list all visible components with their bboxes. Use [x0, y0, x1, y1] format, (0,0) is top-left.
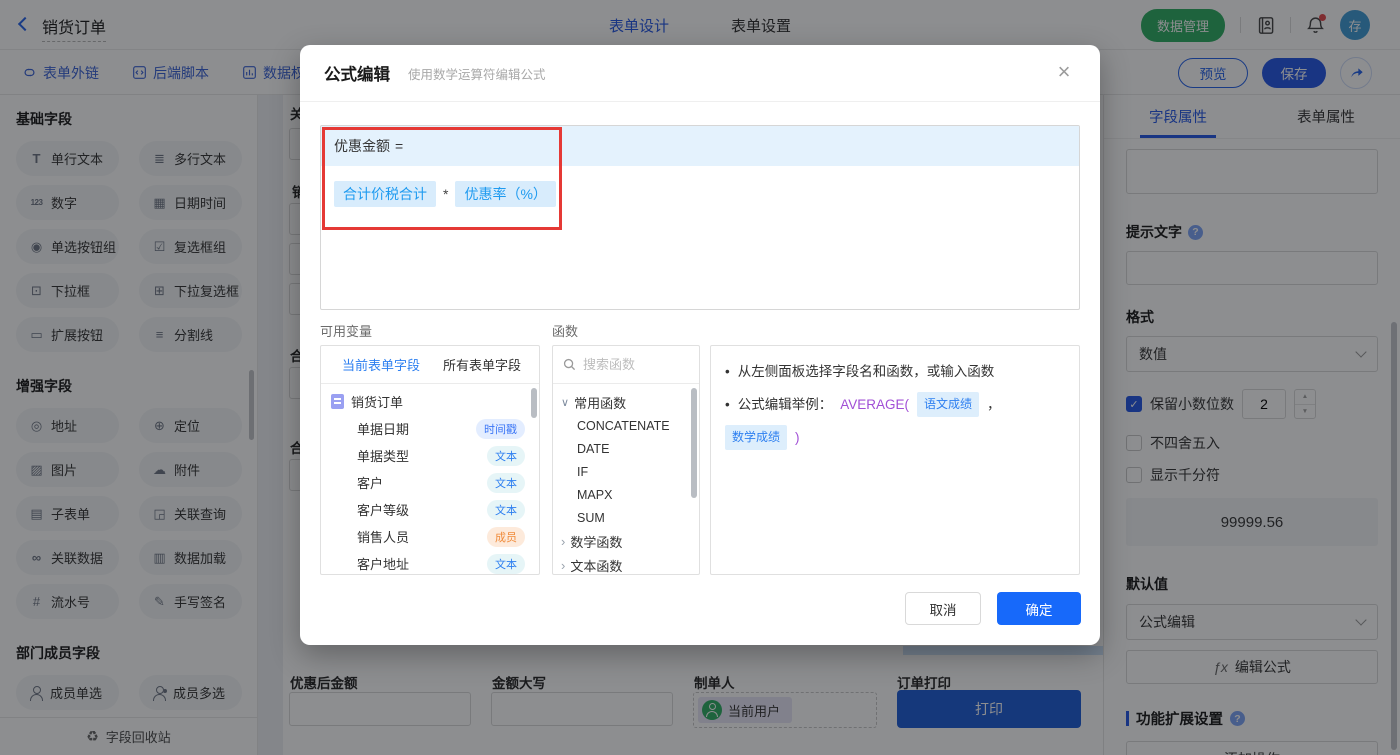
tip-line-2: 公式编辑举例： AVERAGE( 语文成绩 ， 数学成绩 ): [725, 392, 1065, 450]
tip-line-1: 从左侧面板选择字段名和函数，或输入函数: [725, 361, 1065, 382]
example-function-open: AVERAGE(: [840, 394, 909, 415]
modal-subtitle: 使用数学运算符编辑公式: [408, 64, 546, 83]
function-group-math[interactable]: 数学函数: [553, 529, 699, 553]
multiply-operator: *: [443, 186, 448, 202]
function-group-text[interactable]: 文本函数: [553, 553, 699, 575]
form-document-icon: [331, 394, 344, 409]
function-group-common[interactable]: 常用函数: [553, 390, 699, 414]
function-search-input[interactable]: [583, 357, 683, 372]
variables-tree: 销货订单 单据日期 时间戳 单据类型 文本 客户 文本 客户等级 文本: [321, 384, 539, 575]
formula-target-field: 优惠金额: [334, 136, 390, 156]
confirm-button[interactable]: 确定: [997, 592, 1081, 625]
formula-edit-modal: 公式编辑 使用数学运算符编辑公式 优惠金额 = 合计价税合计 * 优惠率（%） …: [300, 45, 1100, 645]
bullet-icon: [725, 361, 730, 382]
equals-sign: =: [395, 138, 403, 154]
functions-scrollbar[interactable]: [691, 388, 697, 498]
modal-header: 公式编辑 使用数学运算符编辑公式: [300, 45, 1100, 102]
formula-expression[interactable]: 合计价税合计 * 优惠率（%）: [321, 166, 1079, 222]
variables-scrollbar[interactable]: [531, 388, 537, 418]
modal-title: 公式编辑: [324, 61, 390, 85]
search-icon: [563, 358, 576, 371]
bullet-icon: [725, 394, 730, 415]
function-search[interactable]: [553, 346, 699, 384]
example-field-chip: 数学成绩: [725, 425, 787, 450]
example-field-chip: 语文成绩: [917, 392, 979, 417]
field-type-badge: 成员: [487, 527, 525, 547]
tab-current-form-fields[interactable]: 当前表单字段: [342, 355, 420, 374]
caret-down-icon: [561, 396, 569, 409]
tree-node-field[interactable]: 客户地址 文本: [321, 550, 539, 575]
tree-node-form[interactable]: 销货订单: [321, 388, 539, 415]
function-item[interactable]: MAPX: [553, 483, 699, 506]
tree-node-field[interactable]: 单据日期 时间戳: [321, 415, 539, 442]
function-item[interactable]: IF: [553, 460, 699, 483]
cancel-button[interactable]: 取消: [905, 592, 981, 625]
field-type-badge: 文本: [487, 446, 525, 466]
tree-node-field[interactable]: 单据类型 文本: [321, 442, 539, 469]
example-separator: ，: [987, 394, 1001, 415]
example-function-close: ): [795, 427, 800, 448]
functions-panel: 常用函数 CONCATENATE DATE IF MAPX SUM 数学函数 文…: [552, 345, 700, 575]
tree-node-field[interactable]: 客户等级 文本: [321, 496, 539, 523]
field-type-badge: 文本: [487, 473, 525, 493]
field-type-badge: 时间戳: [476, 419, 525, 439]
function-item[interactable]: CONCATENATE: [553, 414, 699, 437]
variables-panel: 当前表单字段 所有表单字段 销货订单 单据日期 时间戳 单据类型 文本 客户: [320, 345, 540, 575]
formula-target-row: 优惠金额 =: [321, 126, 1079, 166]
form-designer-screen: 销货订单 表单设计 表单设置 数据管理 存: [0, 0, 1400, 755]
tree-node-field[interactable]: 销售人员 成员: [321, 523, 539, 550]
function-item[interactable]: SUM: [553, 506, 699, 529]
close-icon[interactable]: [1050, 58, 1078, 86]
variables-tabs: 当前表单字段 所有表单字段: [321, 346, 539, 384]
caret-right-icon: [561, 534, 565, 549]
formula-field-chip[interactable]: 优惠率（%）: [455, 181, 555, 207]
function-item[interactable]: DATE: [553, 437, 699, 460]
functions-tree: 常用函数 CONCATENATE DATE IF MAPX SUM 数学函数 文…: [553, 384, 699, 575]
variables-label: 可用变量: [320, 321, 372, 340]
formula-field-chip[interactable]: 合计价税合计: [334, 181, 436, 207]
tips-panel: 从左侧面板选择字段名和函数，或输入函数 公式编辑举例： AVERAGE( 语文成…: [710, 345, 1080, 575]
formula-editor[interactable]: 优惠金额 = 合计价税合计 * 优惠率（%）: [320, 125, 1080, 310]
tree-node-field[interactable]: 客户 文本: [321, 469, 539, 496]
tab-all-form-fields[interactable]: 所有表单字段: [443, 355, 521, 374]
field-type-badge: 文本: [487, 500, 525, 520]
functions-label: 函数: [552, 321, 578, 340]
caret-right-icon: [561, 558, 565, 573]
field-type-badge: 文本: [487, 554, 525, 574]
